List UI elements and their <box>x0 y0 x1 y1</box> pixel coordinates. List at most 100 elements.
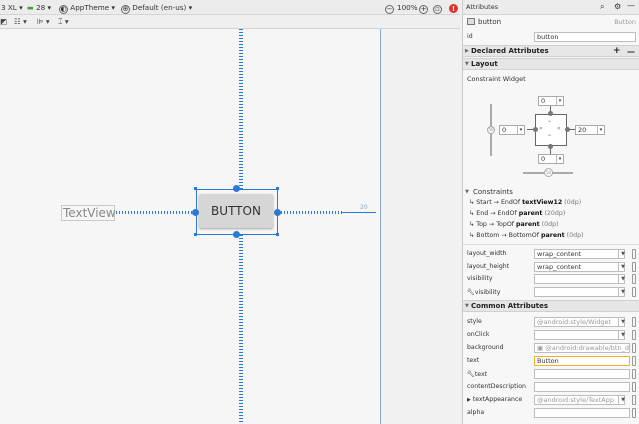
chevron-down-icon[interactable]: ▼ <box>618 330 627 340</box>
resize-handle-tl[interactable] <box>194 187 197 190</box>
api-selector[interactable]: ▬ 28 ▾ <box>27 0 51 15</box>
text-input[interactable]: Button <box>534 356 630 366</box>
resource-picker-icon[interactable] <box>632 249 636 259</box>
style-select[interactable]: @android:style/Widget <box>534 317 625 327</box>
constraint-top[interactable]: ↳ Top → TopOf parent (0dp) <box>469 221 559 228</box>
resize-handle-br[interactable] <box>276 233 279 236</box>
alpha-input[interactable] <box>534 408 630 418</box>
attr-label: contentDescription <box>467 383 526 390</box>
background-input[interactable]: ▣ @android:drawable/btn_d <box>534 343 630 353</box>
bottom-anchor-handle[interactable] <box>233 231 240 238</box>
guidelines-button[interactable]: ⌶ ▾ <box>58 15 69 29</box>
distribute-button[interactable]: ☷ ▾ <box>14 15 27 29</box>
resource-picker-icon[interactable] <box>632 262 636 272</box>
chevron-down-icon[interactable]: ▾ <box>597 126 604 134</box>
constraint-widget: 50 50 ⌄ ⌃ » « 0 ▾ 0 ▾ 20 ▾ 0 ▾ <box>483 88 618 178</box>
chevron-right-icon[interactable]: » <box>539 125 543 132</box>
expand-arrow-icon[interactable]: ▶ <box>467 397 471 403</box>
layout-height-row: layout_height wrap_content ▼ <box>463 261 639 273</box>
chevron-down-icon[interactable]: ▾ <box>556 155 563 163</box>
minimize-icon[interactable]: — <box>627 1 635 10</box>
button-widget[interactable]: BUTTON <box>199 194 273 228</box>
left-margin-value: 0 <box>502 126 507 134</box>
end-margin-line <box>342 212 376 213</box>
resource-picker-icon[interactable] <box>632 287 636 297</box>
zoom-out-button[interactable]: − <box>385 0 394 15</box>
chevron-down-icon[interactable]: ▼ <box>618 287 627 297</box>
textview-widget[interactable]: TextView <box>61 205 116 221</box>
constraint-start[interactable]: ↳ Start → EndOf textView12 (0dp) <box>469 199 581 206</box>
visibility-select[interactable] <box>534 274 625 284</box>
end-constraint-line <box>278 211 342 214</box>
resource-picker-icon[interactable] <box>632 317 636 327</box>
tools-visibility-select[interactable] <box>534 287 625 297</box>
layout-section-header[interactable]: ▼ Layout <box>463 58 639 70</box>
gear-icon[interactable]: ⚙ <box>614 2 621 11</box>
error-indicator[interactable]: ! <box>449 0 458 15</box>
layout-width-select[interactable]: wrap_content <box>534 249 625 259</box>
resource-picker-icon[interactable] <box>632 356 636 366</box>
resource-picker-icon[interactable] <box>632 395 636 405</box>
constraint-bottom[interactable]: ↳ Bottom → BottomOf parent (0dp) <box>469 232 584 239</box>
resize-handle-bl[interactable] <box>194 233 197 236</box>
text-appearance-select[interactable]: @android:style/TextApp <box>534 395 625 405</box>
device-selector[interactable]: 3 XL ▾ <box>1 0 23 15</box>
chevron-down-icon[interactable]: ▾ <box>556 97 563 105</box>
resize-handle-tr[interactable] <box>276 187 279 190</box>
zoom-in-button[interactable]: + <box>419 0 428 15</box>
chevron-down-icon[interactable]: ⌄ <box>547 117 552 124</box>
left-margin-input[interactable]: 0 ▾ <box>499 125 525 135</box>
constraint-end[interactable]: ↳ End → EndOf parent (20dp) <box>469 210 565 217</box>
bottom-margin-input[interactable]: 0 ▾ <box>538 154 564 164</box>
resource-picker-icon[interactable] <box>632 382 636 392</box>
chevron-up-icon[interactable]: ⌃ <box>547 134 552 141</box>
theme-selector[interactable]: ◐ AppTheme ▾ <box>59 0 115 15</box>
chevron-down-icon[interactable]: ▼ <box>618 317 627 327</box>
resource-picker-icon[interactable] <box>632 408 636 418</box>
zoom-fit-button[interactable]: ▫ <box>433 0 442 15</box>
onclick-select[interactable] <box>534 330 625 340</box>
component-row: button Button <box>463 15 639 29</box>
style-row: style @android:style/Widget ▼ <box>463 316 639 328</box>
resource-picker-icon[interactable] <box>632 343 636 353</box>
align-button[interactable]: ⊫ ▾ <box>37 15 50 29</box>
common-attributes-title: Common Attributes <box>471 302 548 310</box>
expand-arrow-icon[interactable]: ▼ <box>465 189 469 195</box>
editor-toolbar-secondary: ◩ ☷ ▾ ⊫ ▾ ⌶ ▾ <box>0 15 460 29</box>
tools-text-input[interactable] <box>534 369 630 379</box>
content-description-input[interactable] <box>534 382 630 392</box>
locale-label: Default (en-us) <box>132 3 187 12</box>
common-attributes-header[interactable]: ▼ Common Attributes <box>463 300 639 312</box>
resource-picker-icon[interactable] <box>632 274 636 284</box>
chevron-down-icon[interactable]: ▼ <box>618 262 627 272</box>
resource-picker-icon[interactable] <box>632 330 636 340</box>
resource-picker-icon[interactable] <box>632 369 636 379</box>
chevron-down-icon[interactable]: ▼ <box>618 249 627 259</box>
id-input[interactable]: button <box>534 32 636 42</box>
locale-selector[interactable]: ⊕ Default (en-us) ▾ <box>121 0 192 15</box>
right-margin-input[interactable]: 20 ▾ <box>575 125 605 135</box>
chevron-down-icon[interactable]: ▼ <box>618 274 627 284</box>
chevron-down-icon[interactable]: ▼ <box>618 395 627 405</box>
top-anchor-handle[interactable] <box>233 185 240 192</box>
design-canvas[interactable]: 20 TextView BUTTON ➤ <box>0 29 460 424</box>
constraint-widget-title: Constraint Widget <box>467 75 526 83</box>
declared-attributes-header[interactable]: ▶ Declared Attributes + — <box>463 45 639 57</box>
constraints-title: Constraints <box>473 188 513 196</box>
view-options-icon[interactable]: ◩ <box>0 15 7 29</box>
text-row: text Button <box>463 355 639 367</box>
layout-height-select[interactable]: wrap_content <box>534 262 625 272</box>
start-anchor-handle[interactable] <box>192 209 199 216</box>
end-anchor-handle[interactable] <box>274 209 281 216</box>
remove-attribute-button[interactable]: — <box>627 46 635 57</box>
device-screen[interactable]: 20 TextView BUTTON <box>0 29 381 424</box>
chevron-left-icon[interactable]: « <box>557 125 561 132</box>
top-margin-input[interactable]: 0 ▾ <box>538 96 564 106</box>
add-attribute-button[interactable]: + <box>613 46 621 57</box>
vertical-bias-knob[interactable]: 50 <box>487 126 495 134</box>
image-icon: ▣ <box>537 344 544 352</box>
horizontal-bias-knob[interactable]: 50 <box>544 168 553 177</box>
chevron-down-icon[interactable]: ▾ <box>517 126 524 134</box>
search-icon[interactable]: ⌕ <box>600 2 604 12</box>
constraint-icon: ↳ <box>469 232 475 239</box>
